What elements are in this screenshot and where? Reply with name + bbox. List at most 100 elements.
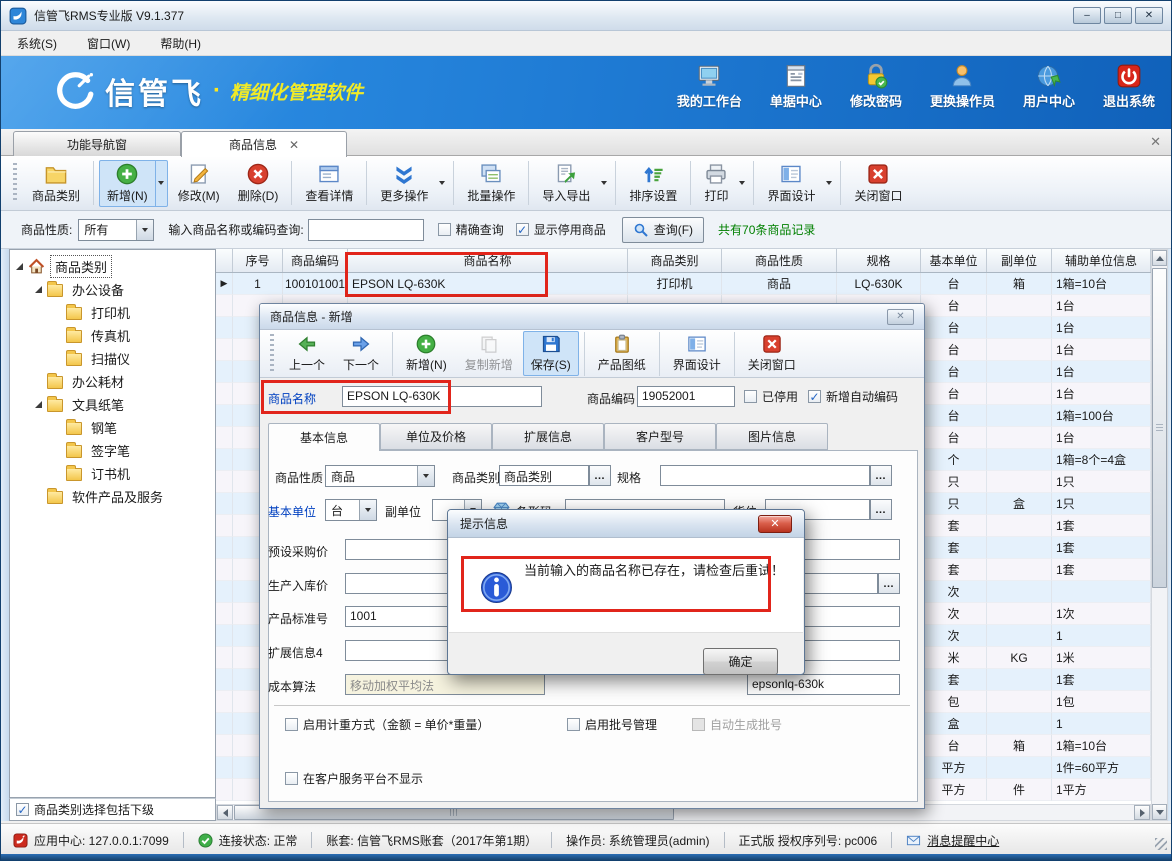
chevron-down-icon[interactable] (136, 220, 153, 240)
alert-close-button[interactable]: ✕ (758, 515, 792, 533)
batch-actions-button[interactable]: 批量操作 (459, 160, 523, 207)
column-header[interactable]: 规格 (837, 249, 921, 272)
minimize-button[interactable]: – (1073, 7, 1101, 24)
show-disabled-checkbox[interactable]: 显示停用商品 (516, 221, 606, 238)
print-button[interactable]: 打印 (696, 160, 748, 207)
tree-expander-icon[interactable] (35, 401, 42, 408)
import-export-button[interactable]: 导入导出 (534, 160, 610, 207)
checkbox-icon[interactable] (516, 223, 529, 236)
spec-picker-button[interactable]: … (870, 465, 892, 486)
tree-item[interactable]: 办公设备 (35, 278, 128, 300)
tree-item[interactable]: 钢笔 (54, 416, 121, 438)
dialog-tab-4[interactable]: 客户型号 (604, 423, 716, 450)
table-row[interactable]: ▶1100101001EPSON LQ-630K打印机商品LQ-630K台箱1箱… (216, 273, 1151, 295)
exact-query-checkbox[interactable]: 精确查询 (438, 221, 504, 238)
picker-button[interactable]: … (878, 573, 900, 594)
prev-button[interactable]: 上一个 (281, 331, 333, 376)
view-detail-button[interactable]: 查看详情 (297, 160, 361, 207)
maximize-button[interactable]: □ (1104, 7, 1132, 24)
tree-item[interactable]: 商品类别 (16, 255, 112, 277)
query-button[interactable]: 查询(F) (622, 217, 704, 243)
chevron-down-icon[interactable] (597, 161, 609, 206)
tree-item[interactable]: 签字笔 (54, 439, 134, 461)
next-button[interactable]: 下一个 (335, 331, 387, 376)
tree-item[interactable]: 软件产品及服务 (35, 485, 167, 507)
banner-workbench-button[interactable]: 我的工作台 (677, 63, 742, 110)
checkbox-icon[interactable] (808, 390, 821, 403)
banner-exit-button[interactable]: 退出系统 (1103, 63, 1155, 110)
tab-nav-window[interactable]: 功能导航窗 (13, 131, 181, 156)
column-header[interactable]: 辅助单位信息 (1052, 249, 1151, 272)
column-header[interactable] (216, 249, 233, 272)
dialog-tab-5[interactable]: 图片信息 (716, 423, 828, 450)
product-name-input[interactable]: EPSON LQ-630K (342, 386, 542, 407)
scroll-right-arrow[interactable] (1134, 805, 1150, 820)
scrollbar-thumb[interactable] (1152, 268, 1167, 588)
checkbox-icon[interactable] (692, 718, 705, 731)
stopped-checkbox[interactable]: 已停用 (744, 388, 798, 405)
column-header[interactable]: 基本单位 (921, 249, 987, 272)
product-drawing-button[interactable]: 产品图纸 (590, 331, 654, 376)
tree-item[interactable]: 扫描仪 (54, 347, 134, 369)
autocode-checkbox[interactable]: 新增自动编码 (808, 388, 898, 405)
product-code-input[interactable]: 19052001 (637, 386, 735, 407)
tree-expander-icon[interactable] (16, 263, 23, 270)
chevron-down-icon[interactable] (735, 161, 747, 206)
tree-item[interactable]: 打印机 (54, 301, 134, 323)
add-button[interactable]: 新增(N) (398, 331, 455, 376)
column-header[interactable]: 商品类别 (628, 249, 722, 272)
search-input[interactable] (308, 219, 424, 241)
dialog-tab-3[interactable]: 扩展信息 (492, 423, 604, 450)
tabstrip-close-icon[interactable]: ✕ (1150, 135, 1161, 148)
dialog-tab-2[interactable]: 单位及价格 (380, 423, 492, 450)
chevron-down-icon[interactable] (155, 161, 167, 206)
copy-add-button[interactable]: 复制新增 (457, 331, 521, 376)
column-header[interactable]: 副单位 (987, 249, 1052, 272)
form-input[interactable]: 移动加权平均法 (345, 674, 545, 695)
tree-item[interactable]: 文具纸笔 (35, 393, 128, 415)
tree-expander-icon[interactable] (35, 286, 42, 293)
column-header[interactable]: 商品编码 (283, 249, 348, 272)
tree-item[interactable]: 订书机 (54, 462, 134, 484)
nature-select[interactable]: 商品 (325, 465, 435, 487)
column-header[interactable]: 商品性质 (722, 249, 837, 272)
checkbox-icon[interactable] (16, 803, 29, 816)
tab-product-info[interactable]: 商品信息 ✕ (181, 131, 347, 157)
tree-item[interactable]: 传真机 (54, 324, 134, 346)
status-item-6[interactable]: 消息提醒中心 (906, 832, 999, 849)
dialog-checkbox-2[interactable]: 启用批号管理 (567, 716, 657, 733)
ui-design-button[interactable]: 界面设计 (759, 160, 835, 207)
chevron-down-icon[interactable] (822, 161, 834, 206)
hide-on-platform-checkbox[interactable]: 在客户服务平台不显示 (285, 770, 423, 787)
form-input-right[interactable]: epsonlq-630k (747, 674, 900, 695)
dialog-checkbox-1[interactable]: 启用计重方式（金额 = 单价*重量） (285, 716, 489, 733)
chevron-down-icon[interactable] (417, 466, 434, 486)
nature-filter-select[interactable]: 所有 (78, 219, 154, 241)
banner-operator-button[interactable]: 更换操作员 (930, 63, 995, 110)
checkbox-icon[interactable] (438, 223, 451, 236)
chevron-down-icon[interactable] (435, 161, 447, 206)
resize-grip[interactable] (1155, 838, 1167, 850)
location-picker-button[interactable]: … (870, 499, 892, 520)
product-category-button[interactable]: 商品类别 (24, 160, 88, 207)
checkbox-icon[interactable] (285, 772, 298, 785)
dialog-tab-1[interactable]: 基本信息 (268, 423, 380, 451)
checkbox-icon[interactable] (567, 718, 580, 731)
banner-password-button[interactable]: 修改密码 (850, 63, 902, 110)
close-window-button[interactable]: 关闭窗口 (740, 331, 804, 376)
dialog-close-button[interactable]: ✕ (887, 309, 914, 325)
menu-help[interactable]: 帮助(H) (160, 35, 201, 52)
dialog-checkbox-3[interactable]: 自动生成批号 (692, 716, 782, 733)
menu-window[interactable]: 窗口(W) (87, 35, 130, 52)
column-header[interactable]: 商品名称 (348, 249, 628, 272)
ui-design-button[interactable]: 界面设计 (665, 331, 729, 376)
save-button[interactable]: 保存(S) (523, 331, 579, 376)
tab-close-icon[interactable]: ✕ (289, 139, 299, 151)
banner-user-center-button[interactable]: 用户中心 (1023, 63, 1075, 110)
ok-button[interactable]: 确定 (703, 648, 778, 675)
include-sub-checkbox[interactable]: 商品类别选择包括下级 (16, 801, 154, 818)
category-picker-button[interactable]: … (589, 465, 611, 486)
scroll-up-arrow[interactable] (1152, 250, 1167, 266)
chevron-down-icon[interactable] (359, 500, 376, 520)
vertical-scrollbar[interactable] (1151, 249, 1168, 821)
